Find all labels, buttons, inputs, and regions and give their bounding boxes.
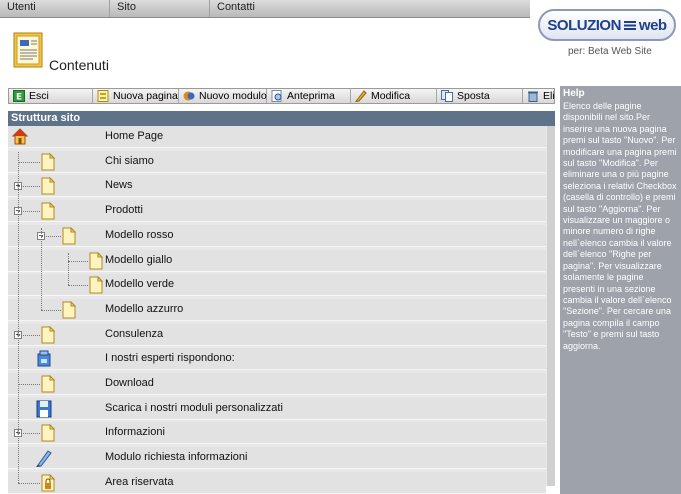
tree-row[interactable]: + Informazioni [8,422,546,445]
tree-row-label: Modulo richiesta informazioni [105,451,248,464]
new-page-icon [97,90,109,102]
logo-text-left: SOLUZION [547,16,621,34]
tree-row[interactable]: Chi siamo [8,150,546,173]
page-icon [89,276,104,294]
svg-text:E: E [16,93,22,103]
new-module-icon [183,91,195,101]
home-icon [12,128,28,145]
page-icon [41,325,56,344]
tree-row[interactable]: + Consulenza [8,323,546,346]
tree-row-label: Home Page [105,130,164,142]
tree-row-label: Informazioni [105,426,165,439]
tree-row[interactable]: Modulo richiesta informazioni [8,447,546,470]
tree-row[interactable]: I nostri esperti rispondono: [8,348,546,371]
menu-item-sito[interactable]: Sito [109,0,209,17]
tree-row[interactable]: − Prodotti [8,200,546,223]
logo-bars-icon [623,20,636,30]
delete-button[interactable]: Eli [523,89,555,103]
tree-row-label: Prodotti [105,204,143,217]
help-title: Help [563,88,585,99]
tree-connector [68,285,88,287]
new-page-button[interactable]: Nuova pagina [93,89,179,103]
tree-connector [18,433,40,435]
edit-pencil-icon [355,90,367,102]
locked-page-icon [41,473,56,492]
tree-row[interactable]: Modello azzurro [8,298,546,321]
tree-row[interactable]: Modello giallo [8,249,546,272]
site-tree: Home Page Chi siamo + News − Prodotti − Modello… [8,126,555,494]
tree-row-label: Download [105,377,154,389]
preview-label: Anteprima [287,90,335,102]
move-icon [441,90,453,102]
tree-connector [18,186,40,188]
tree-row-label: Modello verde [105,278,175,291]
preview-button[interactable]: Anteprima [267,89,351,103]
tree-row[interactable]: − Modello rosso [8,224,546,247]
help-panel: Help Elenco delle pagine disponibili nel… [560,86,681,494]
tree-connector [41,309,61,311]
move-button[interactable]: Sposta [437,89,523,103]
pencil-icon [36,450,52,468]
page-icon [62,226,77,245]
tree-row[interactable]: Download [8,373,546,395]
trash-icon [528,91,538,102]
edit-button[interactable]: Modifica [351,89,437,103]
tree-connector [68,260,88,262]
tree-row-label: Modello azzurro [105,302,184,315]
exit-button[interactable]: E Esci [9,89,93,103]
tree-row-label: Scarica i nostri moduli personalizzati [105,401,283,414]
top-menu: Utenti Sito Contatti [0,0,530,18]
page-icon [62,300,77,319]
menu-item-contatti[interactable]: Contatti [209,0,530,17]
tree-row-label: I nostri esperti rispondono: [105,352,235,365]
edit-label: Modifica [371,90,411,102]
tree-row[interactable]: Scarica i nostri moduli personalizzati [8,397,546,420]
tree-connector [41,235,61,237]
page-title: Contenuti [49,57,109,73]
tree-connector [41,227,42,310]
new-page-label: Nuova pagina [113,90,178,102]
tree-row[interactable]: + News [8,175,546,198]
exit-icon: E [13,90,25,102]
tree-row-label: News [105,179,133,192]
tree-row-label: Chi siamo [105,154,154,167]
tree-connector [18,482,40,484]
tree-row[interactable]: Modello verde [8,274,546,297]
new-module-button[interactable]: Nuovo modulo [179,89,267,103]
delete-label: Eli [543,90,555,102]
tree-connector [18,211,40,213]
tree-connector [18,161,40,163]
tree-connector [68,252,69,286]
logo-text-right: web [638,16,667,34]
tree-row-label: Modello giallo [105,253,173,266]
toolbar: E Esci Nuova pagina Nuovo modulo Antepri… [8,88,555,104]
contents-icon [13,32,43,68]
help-text: Elenco delle pagine disponibili nel sito… [563,101,677,351]
new-module-label: Nuovo modulo [199,90,267,102]
page-icon [89,251,104,269]
tree-row[interactable]: Home Page [8,126,546,148]
preview-icon [271,90,282,102]
page-icon [41,152,56,171]
tree-row[interactable]: Area riservata [8,471,546,494]
module-icon [37,350,51,367]
tree-row-label: Area riservata [105,475,174,488]
page-icon [41,177,56,195]
page-icon [41,375,56,393]
tree-row-label: Consulenza [105,327,164,340]
tree-connector [18,334,40,336]
site-subtitle: per: Beta Web Site [568,46,652,57]
tree-row-label: Modello rosso [105,228,174,241]
page-icon [41,202,56,220]
page-icon [41,424,56,442]
tree-scrollbar[interactable] [547,126,555,486]
floppy-icon [36,400,52,418]
move-label: Sposta [457,90,490,102]
exit-label: Esci [29,90,49,102]
structure-header: Struttura sito [8,111,555,126]
logo: SOLUZION web [538,9,676,41]
menu-item-utenti[interactable]: Utenti [0,0,109,17]
tree-connector [18,384,40,385]
